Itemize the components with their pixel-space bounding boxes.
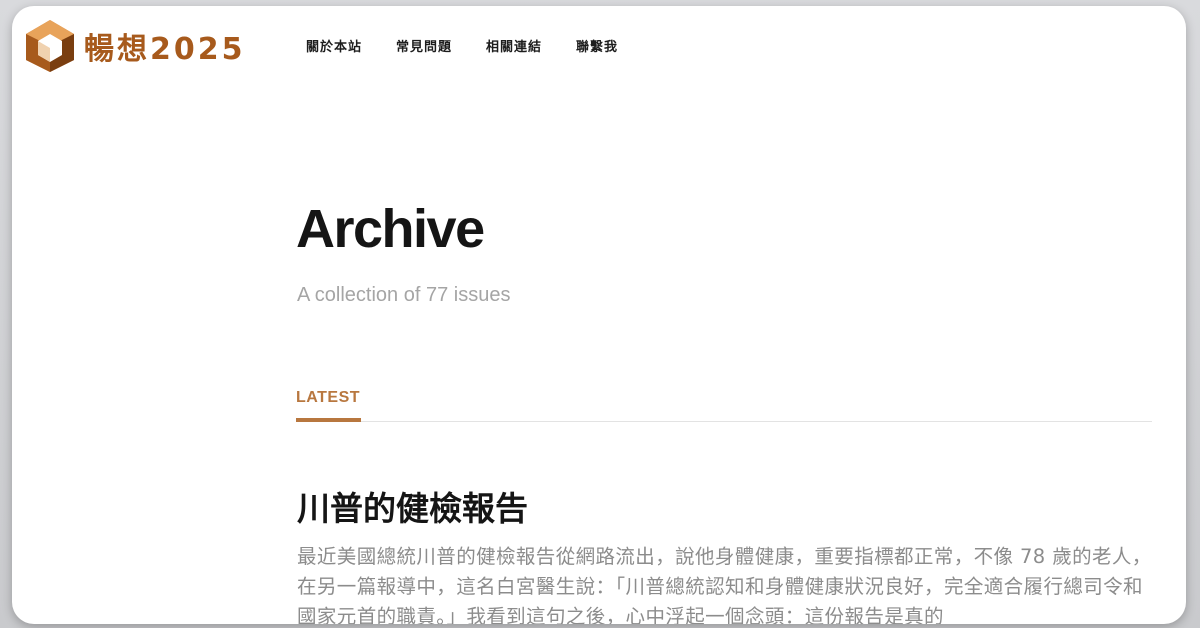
post-title[interactable]: 川普的健檢報告: [297, 482, 528, 530]
page-subtitle: A collection of 77 issues: [297, 284, 511, 306]
nav-links[interactable]: 相關連結: [486, 36, 542, 55]
nav-about[interactable]: 關於本站: [306, 36, 362, 55]
browser-window: 暢想2025 關於本站 常見問題 相關連結 聯繫我 Archive A coll…: [12, 6, 1186, 624]
archive-tabs: LATEST: [296, 386, 1152, 422]
post-excerpt: 最近美國總統川普的健檢報告從網路流出，說他身體健康，重要指標都正常，不像 78 …: [297, 545, 1152, 624]
page-title: Archive: [296, 199, 485, 259]
tab-latest[interactable]: LATEST: [296, 386, 362, 422]
logo-cube-icon: [24, 18, 76, 74]
main-nav: 關於本站 常見問題 相關連結 聯繫我: [306, 36, 618, 55]
site-header: 暢想2025 關於本站 常見問題 相關連結 聯繫我: [12, 6, 1186, 86]
logo-text: 暢想2025: [84, 32, 246, 67]
nav-faq[interactable]: 常見問題: [396, 36, 452, 55]
site-logo[interactable]: 暢想2025: [24, 18, 246, 74]
nav-contact[interactable]: 聯繫我: [576, 36, 618, 55]
